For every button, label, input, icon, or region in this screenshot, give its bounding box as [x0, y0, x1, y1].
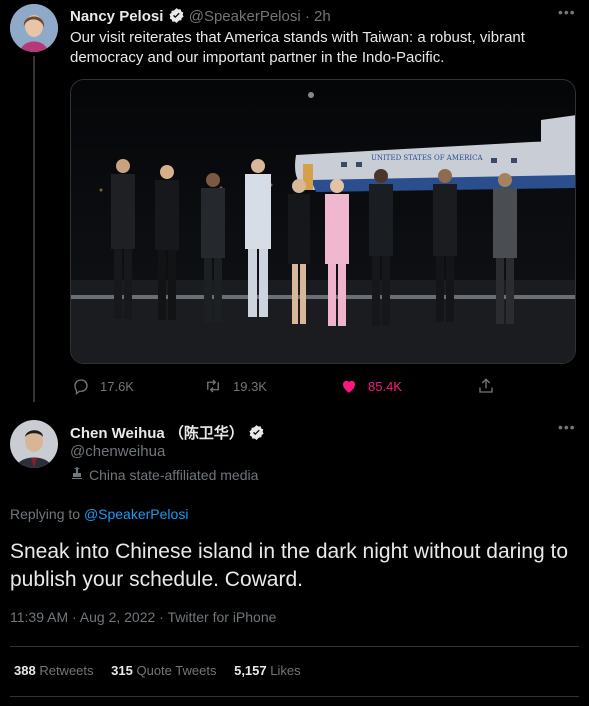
- tweet2-text: Sneak into Chinese island in the dark ni…: [10, 540, 569, 591]
- retweets-label: Retweets: [39, 663, 94, 678]
- state-media-icon: [70, 466, 84, 483]
- avatar-pelosi[interactable]: [10, 4, 58, 52]
- replying-to-line: Replying to @SpeakerPelosi: [10, 506, 188, 522]
- verified-badge-icon: [248, 424, 265, 445]
- retweets-count: 388: [14, 663, 36, 678]
- tweet-photo[interactable]: UNITED STATES OF AMERICA: [70, 79, 576, 364]
- reply-icon: [74, 379, 88, 395]
- like-button[interactable]: 85.4K: [340, 377, 402, 395]
- author-name-chen[interactable]: Chen Weihua: [70, 425, 165, 442]
- more-options-icon[interactable]: •••: [558, 419, 576, 435]
- verified-badge-icon: [168, 7, 185, 28]
- state-affiliation-label[interactable]: China state-affiliated media: [70, 466, 258, 483]
- divider-top: [10, 646, 579, 647]
- author-handle[interactable]: @SpeakerPelosi: [189, 8, 301, 25]
- quote-label: Quote Tweets: [136, 663, 217, 678]
- retweet-count: 19.3K: [233, 378, 267, 394]
- header-separator: ·: [304, 8, 310, 25]
- retweet-icon: [207, 379, 219, 393]
- quote-tweets-stat[interactable]: 315 Quote Tweets: [111, 663, 220, 678]
- thread-line: [33, 56, 35, 402]
- engagement-stats: 388 Retweets 315 Quote Tweets 5,157 Like…: [14, 663, 301, 678]
- heart-filled-icon: [343, 380, 355, 393]
- avatar-chen[interactable]: [10, 420, 58, 468]
- tweet-time[interactable]: 2h: [314, 8, 331, 25]
- tweet2-timestamp[interactable]: 11:39 AM · Aug 2, 2022 · Twitter for iPh…: [10, 609, 276, 625]
- reply-button[interactable]: 17.6K: [72, 377, 134, 395]
- tweet2-header: Chen Weihua （陈卫华）: [70, 422, 265, 445]
- more-options-icon[interactable]: •••: [558, 4, 576, 20]
- like-count: 85.4K: [368, 378, 402, 394]
- tweet-header: Nancy Pelosi @SpeakerPelosi · 2h: [70, 7, 331, 28]
- affiliation-text: China state-affiliated media: [89, 466, 259, 483]
- likes-count: 5,157: [234, 663, 267, 678]
- retweet-button[interactable]: 19.3K: [203, 377, 267, 395]
- likes-label: Likes: [270, 663, 301, 678]
- replying-to-link[interactable]: @SpeakerPelosi: [84, 506, 189, 522]
- tweet-text: Our visit reiterates that America stands…: [70, 29, 525, 66]
- likes-stat[interactable]: 5,157 Likes: [234, 663, 301, 678]
- author-handle-chen[interactable]: @chenweihua: [70, 443, 165, 460]
- plane-lettering: UNITED STATES OF AMERICA: [371, 154, 484, 162]
- reply-count: 17.6K: [100, 378, 134, 394]
- quote-count: 315: [111, 663, 133, 678]
- divider-bottom: [10, 696, 579, 697]
- share-icon: [479, 378, 493, 393]
- replying-prefix: Replying to: [10, 506, 81, 522]
- author-name[interactable]: Nancy Pelosi: [70, 8, 163, 25]
- share-button[interactable]: [477, 377, 505, 395]
- author-name-cn[interactable]: （陈卫华）: [169, 425, 244, 442]
- retweets-stat[interactable]: 388 Retweets: [14, 663, 97, 678]
